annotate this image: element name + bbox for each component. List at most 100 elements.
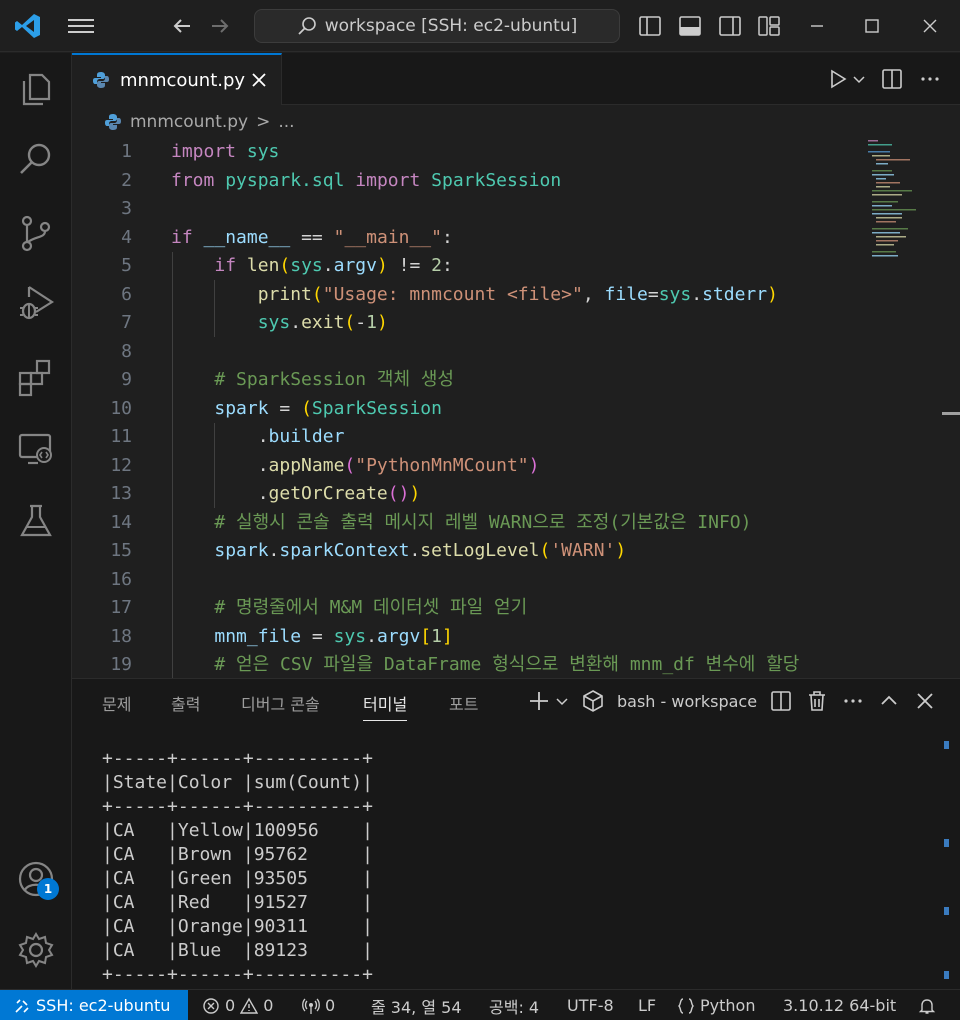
search-icon [20, 143, 51, 174]
editor-tabs-bar: mnmcount.py [72, 53, 960, 105]
toggle-secondary-sidebar-icon[interactable] [718, 14, 742, 38]
terminal-name[interactable]: bash - workspace [617, 692, 757, 711]
line-number: 17 [110, 597, 132, 618]
line-number: 19 [110, 654, 132, 675]
terminal-line: |CA |Green |93505 | [102, 868, 373, 889]
indentation[interactable]: 공백: 4 [489, 990, 539, 1020]
minimap[interactable] [864, 138, 936, 678]
ports-count: 0 [325, 996, 336, 1015]
python-file-icon [93, 72, 109, 88]
menu-icon[interactable] [66, 14, 96, 38]
line-number: 9 [121, 369, 132, 390]
tab-debug-console[interactable]: 디버그 콘솔 [241, 691, 320, 721]
breadcrumb-separator: > [256, 112, 271, 132]
files-icon [22, 73, 51, 106]
customize-layout-icon[interactable] [757, 14, 781, 38]
manage-button[interactable] [16, 930, 56, 970]
tab-terminal[interactable]: 터미널 [363, 691, 408, 721]
maximize-panel-chevron-up-icon[interactable] [877, 689, 901, 713]
minimize-icon[interactable] [803, 12, 831, 40]
code-line: from pyspark.sql import SparkSession [171, 169, 562, 191]
terminal-line: |State|Color |sum(Count)| [102, 772, 373, 793]
code-line: .builder [171, 426, 345, 447]
run-debug-icon [20, 286, 55, 320]
line-number: 3 [121, 198, 132, 219]
scrollbar-decoration [944, 741, 949, 749]
terminal-output[interactable]: +-----+------+----------+ |State|Color |s… [102, 747, 373, 987]
encoding[interactable]: UTF-8 [567, 990, 614, 1020]
run-and-debug-button[interactable] [16, 283, 56, 323]
breadcrumb: mnmcount.py > ... [72, 106, 960, 138]
remote-explorer-button[interactable] [16, 429, 56, 469]
chevron-down-icon[interactable] [852, 67, 866, 91]
python-interpreter[interactable]: 3.10.12 64-bit [783, 990, 896, 1020]
language-mode[interactable]: Python [677, 990, 755, 1020]
code-line: # SparkSession 객체 생성 [214, 369, 454, 390]
bottom-panel: 문제 출력 디버그 콘솔 터미널 포트 bash - workspace +--… [72, 678, 960, 989]
remote-explorer-icon [18, 433, 52, 465]
breadcrumb-more[interactable]: ... [278, 112, 294, 132]
toggle-panel-icon[interactable] [678, 14, 702, 38]
chevron-down-icon[interactable] [555, 689, 569, 713]
line-number: 11 [110, 426, 132, 447]
code-line: .getOrCreate()) [171, 483, 421, 504]
testing-button[interactable] [16, 501, 56, 541]
ports-indicator[interactable]: 0 [302, 990, 335, 1020]
tab-problems[interactable]: 문제 [102, 691, 131, 721]
toggle-primary-sidebar-icon[interactable] [638, 14, 662, 38]
source-control-button[interactable] [16, 213, 56, 253]
code-line: # 명령줄에서 M&M 데이터셋 파일 얻기 [214, 597, 528, 618]
remote-indicator[interactable]: SSH: ec2-ubuntu [0, 990, 188, 1020]
line-number: 10 [110, 397, 132, 419]
split-editor-icon[interactable] [880, 67, 904, 91]
accounts-badge: 1 [37, 878, 59, 900]
braces-icon [678, 997, 694, 1014]
terminal-shell-icon [583, 690, 603, 712]
command-center-search[interactable]: workspace [SSH: ec2-ubuntu] [254, 9, 620, 43]
tab-ports[interactable]: 포트 [449, 691, 478, 721]
breadcrumb-file[interactable]: mnmcount.py [130, 112, 248, 132]
maximize-icon[interactable] [858, 12, 886, 40]
line-number: 14 [110, 511, 132, 533]
source-control-icon [21, 215, 51, 252]
split-terminal-icon[interactable] [769, 689, 793, 713]
code-line: if __name__ == "__main__": [171, 226, 453, 248]
more-actions-icon[interactable] [841, 689, 865, 713]
code-editor[interactable]: 1 2 3 4 5 6 7 8 9 10 11 12 13 14 15 16 17 18 19 import sys… [72, 138, 960, 678]
code-line: spark.sparkContext.setLogLevel('WARN') [214, 540, 627, 561]
close-panel-icon[interactable] [913, 689, 937, 713]
code-line: # 실행시 콘솔 출력 메시지 레벨 WARN으로 조정(기본값은 INFO) [214, 511, 752, 533]
end-of-line[interactable]: LF [638, 990, 656, 1020]
line-number: 6 [121, 283, 132, 305]
search-button[interactable] [16, 139, 56, 179]
close-tab-icon[interactable] [249, 70, 269, 90]
close-window-icon[interactable] [916, 12, 944, 40]
line-number: 13 [110, 483, 132, 504]
line-number: 18 [110, 625, 132, 647]
problems-indicator[interactable]: 0 0 [202, 990, 273, 1020]
tab-mnmcount[interactable]: mnmcount.py [72, 53, 282, 105]
terminal-line: |CA |Brown |95762 | [102, 844, 373, 865]
forward-arrow-icon[interactable] [208, 14, 232, 38]
code-line: print("Usage: mnmcount <file>", file=sys… [257, 283, 778, 305]
explorer-button[interactable] [16, 69, 56, 109]
broadcast-icon [302, 998, 320, 1014]
terminal-line: |CA |Blue |89123 | [102, 940, 373, 961]
tab-output[interactable]: 출력 [171, 691, 200, 721]
new-terminal-plus-icon[interactable] [527, 689, 551, 713]
cursor-position[interactable]: 줄 34, 열 54 [371, 990, 462, 1020]
extensions-button[interactable] [16, 357, 56, 397]
code-line: spark = (SparkSession [214, 397, 442, 419]
error-count: 0 [225, 996, 236, 1015]
line-number: 5 [121, 255, 132, 276]
line-number: 16 [110, 568, 132, 590]
search-text: workspace [SSH: ec2-ubuntu] [324, 16, 578, 36]
notifications-button[interactable] [918, 990, 936, 1020]
more-actions-icon[interactable] [918, 67, 942, 91]
run-python-file-icon[interactable] [826, 67, 850, 91]
terminal-line: +-----+------+----------+ [102, 748, 373, 769]
scrollbar-position-marker [942, 412, 960, 415]
back-arrow-icon[interactable] [170, 14, 194, 38]
trash-icon[interactable] [805, 689, 829, 713]
gear-icon [18, 932, 54, 968]
